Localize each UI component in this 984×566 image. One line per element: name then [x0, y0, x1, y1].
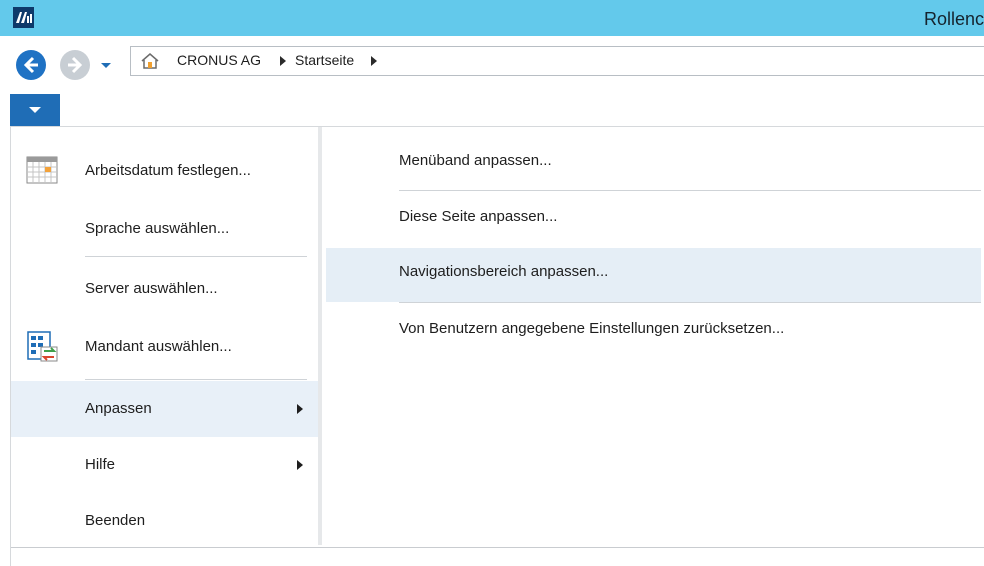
menu-item-exit[interactable]: Beenden — [11, 493, 318, 549]
submenu-item-reset-user-settings[interactable]: Von Benutzern angegebene Einstellungen z… — [326, 305, 981, 359]
breadcrumb-item-home[interactable]: Startseite — [295, 52, 354, 68]
submenu-divider — [399, 302, 981, 303]
breadcrumb-separator-icon[interactable] — [371, 56, 377, 66]
breadcrumb[interactable]: CRONUS AG Startseite — [130, 46, 984, 76]
window-title: Rollenc — [923, 9, 984, 29]
submenu-item-label: Menüband anpassen... — [399, 152, 552, 169]
forward-button[interactable] — [60, 50, 90, 80]
menu-item-label: Anpassen — [85, 400, 152, 417]
menu-item-label: Sprache auswählen... — [85, 220, 230, 237]
submenu-item-label: Navigationsbereich anpassen... — [399, 263, 609, 280]
menu-item-select-server[interactable]: Server auswählen... — [11, 261, 318, 317]
submenu-item-customize-ribbon[interactable]: Menüband anpassen... — [326, 137, 981, 191]
submenu-item-label: Diese Seite anpassen... — [399, 208, 558, 225]
history-dropdown-button[interactable] — [95, 54, 117, 76]
company-switch-icon — [25, 329, 59, 363]
pane-divider — [318, 127, 322, 545]
menu-item-label: Server auswählen... — [85, 280, 218, 297]
submenu-arrow-icon — [297, 460, 303, 470]
title-bar: Rollenc — [0, 0, 984, 36]
menu-item-label: Arbeitsdatum festlegen... — [85, 162, 251, 179]
home-icon[interactable] — [139, 50, 161, 72]
submenu-item-label: Von Benutzern angegebene Einstellungen z… — [399, 320, 785, 337]
arrow-right-icon — [68, 56, 83, 74]
address-bar: CRONUS AG Startseite — [0, 40, 984, 90]
window-border — [10, 545, 11, 566]
calendar-icon — [25, 153, 59, 187]
submenu-divider — [399, 190, 981, 191]
submenu-arrow-icon — [297, 404, 303, 414]
app-logo[interactable] — [13, 7, 34, 28]
menu-item-customize[interactable]: Anpassen — [11, 381, 318, 437]
breadcrumb-separator-icon[interactable] — [280, 56, 286, 66]
app-menu-left-pane: Arbeitsdatum festlegen... Sprache auswäh… — [11, 127, 318, 545]
menu-item-label: Mandant auswählen... — [85, 338, 232, 355]
app-menu-dropdown: Arbeitsdatum festlegen... Sprache auswäh… — [10, 126, 984, 548]
menu-item-label: Beenden — [85, 512, 146, 529]
arrow-left-icon — [23, 56, 38, 74]
menu-item-select-language[interactable]: Sprache auswählen... — [11, 201, 318, 257]
menu-item-label: Hilfe — [85, 456, 116, 473]
submenu-item-customize-page[interactable]: Diese Seite anpassen... — [326, 193, 981, 247]
app-menu-button[interactable] — [10, 94, 60, 126]
submenu-item-customize-navigation-pane[interactable]: Navigationsbereich anpassen... — [326, 248, 981, 302]
menu-item-help[interactable]: Hilfe — [11, 437, 318, 493]
menu-divider — [85, 379, 307, 380]
chevron-down-icon — [101, 63, 111, 68]
menu-item-select-company[interactable]: Mandant auswählen... — [11, 319, 318, 375]
caret-down-icon — [29, 107, 41, 113]
breadcrumb-item-company[interactable]: CRONUS AG — [177, 52, 261, 68]
menu-item-set-work-date[interactable]: Arbeitsdatum festlegen... — [11, 143, 318, 199]
menu-divider — [85, 256, 307, 257]
back-button[interactable] — [16, 50, 46, 80]
